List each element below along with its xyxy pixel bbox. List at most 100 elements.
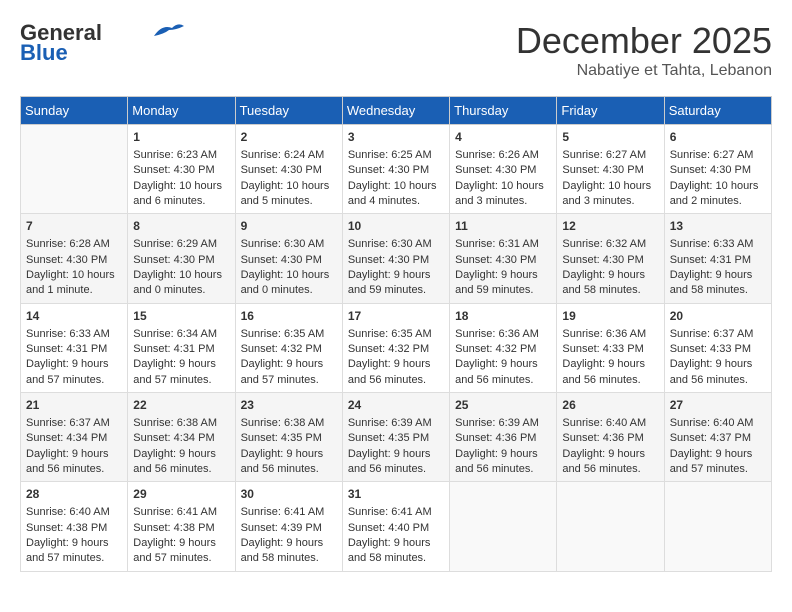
calendar-header-row: Sunday Monday Tuesday Wednesday Thursday… — [21, 97, 772, 125]
day-number: 11 — [455, 218, 551, 235]
day-info: Daylight: 10 hours — [133, 268, 229, 283]
calendar-cell: 1Sunrise: 6:23 AMSunset: 4:30 PMDaylight… — [128, 125, 235, 214]
calendar-cell: 11 Sunrise: 6:31 AMSunset: 4:30 PMDayligh… — [450, 214, 557, 303]
day-number: 14 — [26, 308, 122, 325]
calendar-cell: 7Sunrise: 6:28 AMSunset: 4:30 PMDaylight… — [21, 214, 128, 303]
calendar-cell: 21Sunrise: 6:37 AMSunset: 4:34 PMDayligh… — [21, 393, 128, 482]
day-number: 30 — [241, 486, 337, 503]
day-number: 29 — [133, 486, 229, 503]
day-info: Sunset: 4:32 PM — [241, 342, 337, 357]
day-info: Sunrise: 6:40 AM — [670, 416, 766, 431]
day-number: 3 — [348, 129, 444, 146]
day-info: and 58 minutes. — [670, 283, 766, 298]
day-info: Sunset: 4:38 PM — [26, 521, 122, 536]
day-info: Daylight: 9 hours — [26, 357, 122, 372]
day-info: Sunrise: 6:37 AM — [26, 416, 122, 431]
calendar-cell: 31Sunrise: 6:41 AMSunset: 4:40 PMDayligh… — [342, 482, 449, 571]
day-number: 12 — [562, 218, 658, 235]
col-sunday: Sunday — [21, 97, 128, 125]
day-info: Sunrise: 6:40 AM — [562, 416, 658, 431]
day-number: 19 — [562, 308, 658, 325]
day-info: Sunset: 4:30 PM — [241, 253, 337, 268]
day-info: and 3 minutes. — [562, 194, 658, 209]
calendar-week-row: 28Sunrise: 6:40 AMSunset: 4:38 PMDayligh… — [21, 482, 772, 571]
day-info: and 56 minutes. — [670, 373, 766, 388]
day-info: and 56 minutes. — [455, 373, 551, 388]
day-number: 15 — [133, 308, 229, 325]
calendar-cell: 23Sunrise: 6:38 AMSunset: 4:35 PMDayligh… — [235, 393, 342, 482]
day-info: Sunset: 4:30 PM — [348, 163, 444, 178]
day-number: 1 — [133, 129, 229, 146]
calendar-cell: 8Sunrise: 6:29 AMSunset: 4:30 PMDaylight… — [128, 214, 235, 303]
day-info: and 56 minutes. — [455, 462, 551, 477]
day-info: Daylight: 9 hours — [562, 447, 658, 462]
calendar-cell — [450, 482, 557, 571]
day-info: Sunset: 4:32 PM — [455, 342, 551, 357]
col-saturday: Saturday — [664, 97, 771, 125]
day-info: Daylight: 9 hours — [455, 268, 551, 283]
logo: General Blue — [20, 20, 184, 66]
day-number: 10 — [348, 218, 444, 235]
day-info: Sunrise: 6:31 AM — [455, 237, 551, 252]
day-info: and 56 minutes. — [348, 462, 444, 477]
day-info: Sunrise: 6:23 AM — [133, 148, 229, 163]
calendar-cell: 20Sunrise: 6:37 AMSunset: 4:33 PMDayligh… — [664, 303, 771, 392]
calendar-cell: 14 Sunrise: 6:33 AMSunset: 4:31 PMDayligh… — [21, 303, 128, 392]
day-info: Daylight: 9 hours — [133, 357, 229, 372]
calendar-cell: 4Sunrise: 6:26 AMSunset: 4:30 PMDaylight… — [450, 125, 557, 214]
day-info: Sunset: 4:30 PM — [562, 163, 658, 178]
calendar-subtitle: Nabatiye et Tahta, Lebanon — [516, 62, 772, 80]
day-info: Sunset: 4:35 PM — [348, 431, 444, 446]
day-info: Sunset: 4:30 PM — [348, 253, 444, 268]
day-number: 22 — [133, 397, 229, 414]
day-number: 7 — [26, 218, 122, 235]
day-info: Daylight: 9 hours — [562, 357, 658, 372]
day-info: Sunrise: 6:33 AM — [26, 327, 122, 342]
day-info: Sunset: 4:32 PM — [348, 342, 444, 357]
calendar-cell: 19Sunrise: 6:36 AMSunset: 4:33 PMDayligh… — [557, 303, 664, 392]
day-info: Daylight: 9 hours — [241, 536, 337, 551]
day-info: Daylight: 9 hours — [241, 357, 337, 372]
day-info: and 0 minutes. — [133, 283, 229, 298]
day-number: 27 — [670, 397, 766, 414]
day-info: Sunset: 4:35 PM — [241, 431, 337, 446]
day-info: Sunrise: 6:28 AM — [26, 237, 122, 252]
calendar-cell: 2Sunrise: 6:24 AMSunset: 4:30 PMDaylight… — [235, 125, 342, 214]
day-info: Daylight: 9 hours — [241, 447, 337, 462]
day-number: 28 — [26, 486, 122, 503]
day-info: Daylight: 10 hours — [562, 179, 658, 194]
logo-bird-icon — [154, 22, 184, 40]
calendar-week-row: 1Sunrise: 6:23 AMSunset: 4:30 PMDaylight… — [21, 125, 772, 214]
day-info: and 2 minutes. — [670, 194, 766, 209]
day-info: Sunset: 4:30 PM — [455, 253, 551, 268]
day-info: and 56 minutes. — [562, 462, 658, 477]
col-monday: Monday — [128, 97, 235, 125]
calendar-cell — [21, 125, 128, 214]
day-info: Sunrise: 6:24 AM — [241, 148, 337, 163]
day-info: Daylight: 10 hours — [348, 179, 444, 194]
day-info: Daylight: 9 hours — [348, 357, 444, 372]
day-info: Sunset: 4:38 PM — [133, 521, 229, 536]
calendar-cell: 3Sunrise: 6:25 AMSunset: 4:30 PMDaylight… — [342, 125, 449, 214]
calendar-cell: 5Sunrise: 6:27 AMSunset: 4:30 PMDaylight… — [557, 125, 664, 214]
day-info: Sunrise: 6:36 AM — [455, 327, 551, 342]
day-info: Daylight: 9 hours — [26, 447, 122, 462]
day-info: Sunrise: 6:33 AM — [670, 237, 766, 252]
day-info: Sunrise: 6:41 AM — [348, 505, 444, 520]
day-info: Daylight: 9 hours — [348, 447, 444, 462]
calendar-cell: 24Sunrise: 6:39 AMSunset: 4:35 PMDayligh… — [342, 393, 449, 482]
day-info: and 59 minutes. — [455, 283, 551, 298]
day-info: Sunset: 4:40 PM — [348, 521, 444, 536]
day-info: and 0 minutes. — [241, 283, 337, 298]
day-info: and 56 minutes. — [241, 462, 337, 477]
day-info: Sunset: 4:34 PM — [26, 431, 122, 446]
day-info: Daylight: 9 hours — [455, 447, 551, 462]
day-info: and 57 minutes. — [26, 373, 122, 388]
day-number: 9 — [241, 218, 337, 235]
day-info: Daylight: 9 hours — [26, 536, 122, 551]
day-info: Sunrise: 6:38 AM — [133, 416, 229, 431]
day-info: Sunset: 4:31 PM — [26, 342, 122, 357]
day-info: and 1 minute. — [26, 283, 122, 298]
calendar-table: Sunday Monday Tuesday Wednesday Thursday… — [20, 96, 772, 572]
calendar-cell: 16Sunrise: 6:35 AMSunset: 4:32 PMDayligh… — [235, 303, 342, 392]
